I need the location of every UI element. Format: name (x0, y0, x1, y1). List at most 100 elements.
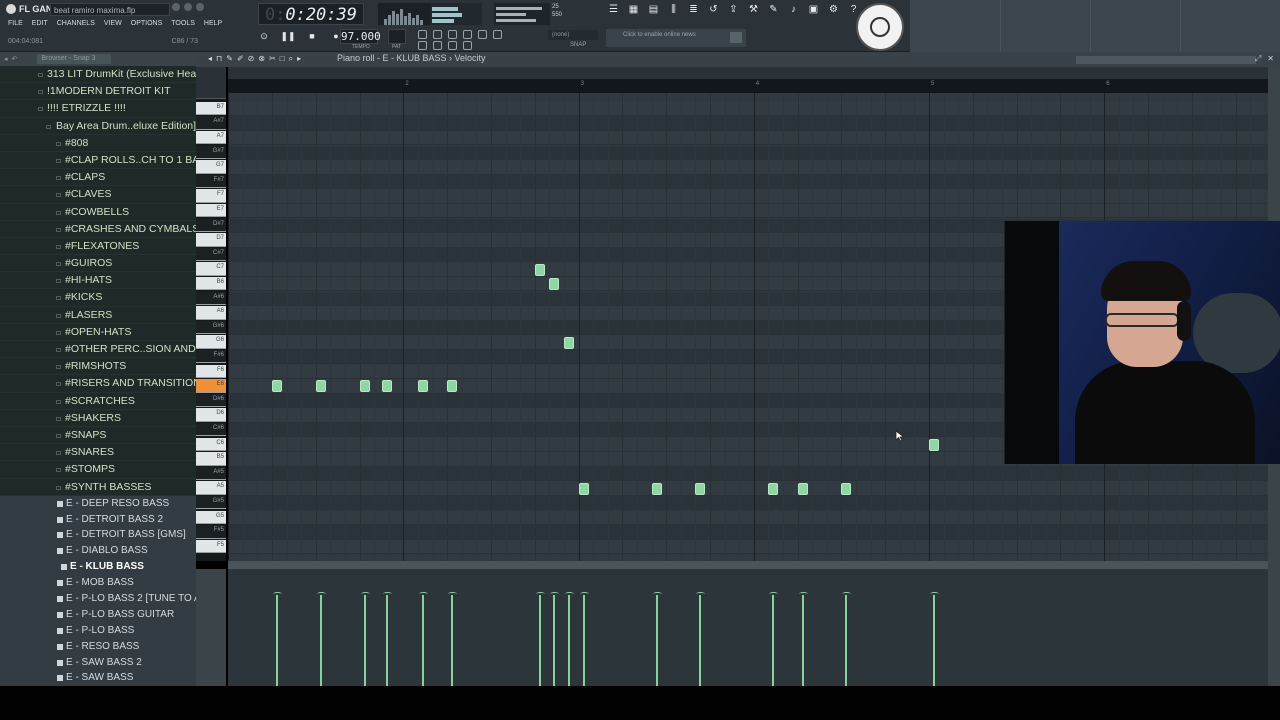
piano-key[interactable]: F#7 (196, 174, 226, 189)
piano-key[interactable]: G5 (196, 510, 226, 525)
velocity-bar[interactable] (319, 595, 322, 686)
settings-icon[interactable]: ⚙ (828, 4, 839, 15)
velocity-handle[interactable] (419, 592, 428, 596)
loop-record-icon[interactable] (478, 30, 487, 39)
piano-key[interactable]: A5 (196, 481, 226, 495)
piano-key[interactable]: C#7 (196, 247, 226, 262)
velocity-bar[interactable] (451, 595, 454, 686)
piano-roll-note[interactable] (381, 380, 392, 393)
browser-back-icon[interactable]: ↶ (12, 55, 18, 63)
piano-roll-note[interactable] (315, 380, 326, 393)
browser-folder-item[interactable]: #HI-HATS (0, 272, 196, 290)
browser-folder-item[interactable]: #OTHER PERC..SION AND FX (0, 341, 196, 359)
undo-icon[interactable]: ↺ (708, 4, 719, 15)
online-news-panel[interactable]: Click to enable online news (606, 29, 746, 47)
velocity-handle[interactable] (930, 592, 939, 596)
velocity-bar[interactable] (699, 595, 702, 686)
piano-roll-note[interactable] (841, 482, 852, 495)
browser-file-item[interactable]: E - P-LO BASS GUITAR (0, 606, 196, 623)
step-edit-icon[interactable] (493, 30, 502, 39)
piano-roll-note[interactable] (272, 380, 282, 393)
piano-roll-icon[interactable]: ▦ (628, 4, 639, 15)
menu-view[interactable]: VIEW (104, 20, 122, 27)
velocity-handle[interactable] (316, 592, 326, 596)
browser-folder-item[interactable]: #COWBELLS (0, 203, 196, 221)
velocity-bar[interactable] (568, 595, 570, 686)
browser-file-item[interactable]: E - DETROIT BASS [GMS] (0, 527, 196, 544)
piano-roll-note[interactable] (359, 380, 370, 393)
piano-key[interactable]: D#6 (196, 393, 226, 408)
play-pause-button[interactable]: ❚❚ (280, 30, 295, 42)
browser-folder-item[interactable]: !!!! ETRIZZLE !!!! (0, 100, 196, 118)
piano-roll-note[interactable] (534, 263, 545, 276)
browser-folder-item[interactable]: 313 LIT DrumKit (Exclusive Heat) (0, 66, 196, 84)
velocity-bar[interactable] (276, 595, 278, 686)
velocity-handle[interactable] (360, 592, 370, 596)
piano-key[interactable]: B5 (196, 452, 226, 466)
piano-key[interactable]: F7 (196, 189, 226, 203)
velocity-handle[interactable] (652, 592, 662, 596)
piano-key[interactable]: D7 (196, 233, 226, 247)
browser-folder-item[interactable]: #FLEXATONES (0, 237, 196, 256)
pr-select-icon[interactable]: □ (280, 54, 285, 64)
typing-keyboard-icon[interactable] (418, 41, 427, 50)
piano-key[interactable]: C#6 (196, 422, 226, 437)
browser-folder-item[interactable]: #CLAP ROLLS..CH TO 1 BAR) (0, 151, 196, 170)
timeline-ruler[interactable] (228, 67, 1268, 87)
piano-roll-note[interactable] (549, 278, 560, 291)
velocity-bar[interactable] (582, 595, 585, 686)
velocity-handle[interactable] (798, 592, 808, 596)
stop-button[interactable]: ■ (306, 30, 318, 42)
velocity-bar[interactable] (801, 595, 804, 686)
piano-key[interactable]: B7 (196, 101, 226, 116)
piano-key[interactable]: A#5 (196, 466, 226, 481)
velocity-bar[interactable] (538, 595, 541, 686)
wait-input-icon[interactable] (433, 30, 442, 39)
pr-playback-icon[interactable]: ▸ (297, 54, 301, 64)
audio-input-icon[interactable] (463, 41, 472, 50)
piano-roll-note[interactable] (695, 482, 706, 495)
browser-folder-item[interactable]: #GUIROS (0, 255, 196, 273)
browser-folder-item[interactable]: #SNAPS (0, 426, 196, 445)
pattern-name-field[interactable]: (none) (548, 30, 598, 40)
metronome-icon[interactable] (418, 30, 427, 39)
pattern-selector[interactable] (388, 29, 406, 44)
piano-key[interactable]: E6 (196, 379, 226, 393)
velocity-handle[interactable] (565, 592, 574, 596)
browser-folder-item[interactable]: #KICKS (0, 289, 196, 307)
browser-folder-item[interactable]: #SHAKERS (0, 409, 196, 427)
pr-menu-icon[interactable]: ◂ (208, 54, 212, 64)
browser-file-item[interactable]: E - KLUB BASS (0, 559, 196, 576)
browser-folder-item[interactable]: Bay Area Drum..eluxe Edition] (0, 117, 196, 135)
pattern-song-toggle[interactable]: ⊙ (258, 30, 270, 42)
pr-paint-icon[interactable]: ✐ (237, 54, 244, 64)
edit-brush-icon[interactable]: ✎ (768, 4, 779, 15)
browser-folder-item[interactable]: #STOMPS (0, 461, 196, 479)
tempo-field[interactable]: 97.000 (340, 29, 381, 44)
browser-folder-item[interactable]: #CLAVES (0, 186, 196, 204)
project-info-icon[interactable]: ▣ (808, 4, 819, 15)
maximize-icon[interactable] (184, 3, 192, 11)
menu-channels[interactable]: CHANNELS (57, 20, 95, 27)
piano-key[interactable]: A#6 (196, 291, 226, 306)
pr-slice-icon[interactable]: ✂ (269, 54, 276, 64)
browser-file-item[interactable]: E - SAW BASS (0, 670, 196, 686)
pr-delete-icon[interactable]: ⊘ (248, 54, 255, 64)
velocity-bar[interactable] (422, 595, 424, 686)
piano-key[interactable]: G#5 (196, 495, 226, 510)
velocity-handle[interactable] (382, 592, 392, 596)
browser-menu-icon[interactable]: ◂ (4, 55, 8, 63)
velocity-handle[interactable] (448, 592, 458, 596)
piano-roll-note[interactable] (929, 438, 939, 451)
piano-key[interactable]: D#7 (196, 218, 226, 233)
minimize-icon[interactable] (172, 3, 180, 11)
mixer-icon[interactable]: ⫼ (668, 4, 679, 15)
piano-key[interactable]: B6 (196, 276, 226, 291)
blend-notes-icon[interactable] (463, 30, 472, 39)
velocity-bar[interactable] (553, 595, 556, 686)
undo-history-icon[interactable] (448, 41, 457, 50)
piano-roll-title[interactable]: Piano roll - E - KLUB BASS › Velocity (337, 53, 486, 63)
piano-roll-note[interactable] (418, 380, 428, 393)
menu-edit[interactable]: EDIT (32, 20, 48, 27)
piano-key[interactable]: C6 (196, 437, 226, 452)
